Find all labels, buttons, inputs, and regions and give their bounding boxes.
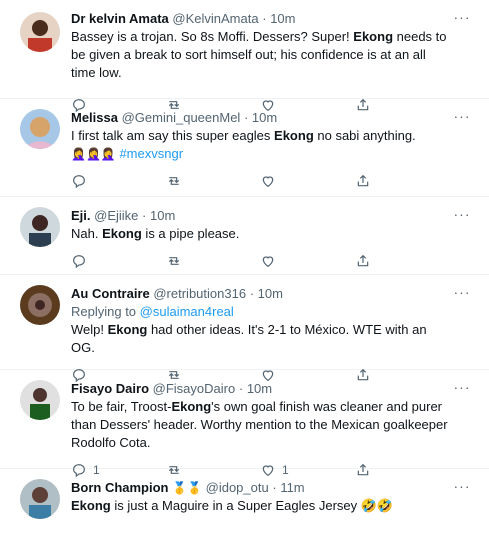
tweet-text: Bassey is a trojan. So 8s Moffi. Dessers… bbox=[71, 29, 447, 80]
tweet[interactable]: ··· Fisayo Dairo @FisayoDairo · 10m To b… bbox=[0, 370, 489, 478]
heart-icon bbox=[260, 253, 276, 269]
tweet-text: Welp! Ekong had other ideas. It's 2-1 to… bbox=[71, 322, 427, 355]
more-options-icon[interactable]: ··· bbox=[453, 207, 471, 225]
share-button[interactable] bbox=[355, 173, 450, 189]
user-handle[interactable]: @idop_otu bbox=[206, 480, 269, 495]
user-handle[interactable]: @Gemini_queenMel bbox=[122, 110, 241, 125]
tweet[interactable]: ··· Dr kelvin Amata @KelvinAmata · 10m B… bbox=[0, 0, 489, 113]
display-name[interactable]: Eji. bbox=[71, 208, 91, 223]
display-name[interactable]: Fisayo Dairo bbox=[71, 381, 149, 396]
tweet-header: Eji. @Ejiike · 10m bbox=[71, 208, 176, 223]
user-handle[interactable]: @Ejiike bbox=[94, 208, 138, 223]
reply-icon bbox=[71, 253, 87, 269]
display-name[interactable]: Au Contraire bbox=[71, 286, 150, 301]
user-handle[interactable]: @retribution316 bbox=[153, 286, 246, 301]
more-options-icon[interactable]: ··· bbox=[453, 380, 471, 398]
share-icon bbox=[355, 173, 371, 189]
reply-button[interactable] bbox=[71, 173, 166, 189]
avatar[interactable] bbox=[20, 12, 60, 52]
heart-icon bbox=[260, 173, 276, 189]
timestamp[interactable]: 11m bbox=[280, 480, 304, 495]
tweet[interactable]: ··· Melissa @Gemini_queenMel · 10m I fir… bbox=[0, 99, 489, 197]
tweet-header: Born Champion 🥇🥇 @idop_otu · 11m bbox=[71, 480, 305, 495]
retweet-icon bbox=[166, 253, 182, 269]
more-options-icon[interactable]: ··· bbox=[453, 109, 471, 127]
retweet-button[interactable] bbox=[166, 173, 261, 189]
more-options-icon[interactable]: ··· bbox=[453, 479, 471, 497]
tweet[interactable]: ··· Born Champion 🥇🥇 @idop_otu · 11m Eko… bbox=[0, 469, 489, 534]
retweet-icon bbox=[166, 173, 182, 189]
more-options-icon[interactable]: ··· bbox=[453, 285, 471, 303]
user-handle[interactable]: @FisayoDairo bbox=[153, 381, 236, 396]
tweet-header: Dr kelvin Amata @KelvinAmata · 10m bbox=[71, 11, 296, 26]
tweet-text: I first talk am say this super eagles Ek… bbox=[71, 128, 416, 161]
more-options-icon[interactable]: ··· bbox=[453, 10, 471, 28]
replying-to: Replying to @sulaiman4real bbox=[71, 304, 234, 319]
tweet-header: Au Contraire @retribution316 · 10m bbox=[71, 286, 283, 301]
timeline: ··· Dr kelvin Amata @KelvinAmata · 10m B… bbox=[0, 0, 489, 534]
like-button[interactable] bbox=[260, 253, 355, 269]
avatar[interactable] bbox=[20, 109, 60, 149]
reply-icon bbox=[71, 173, 87, 189]
reply-button[interactable] bbox=[71, 253, 166, 269]
tweet-header: Fisayo Dairo @FisayoDairo · 10m bbox=[71, 381, 273, 396]
avatar[interactable] bbox=[20, 479, 60, 519]
tweet[interactable]: ··· Au Contraire @retribution316 · 10m R… bbox=[0, 275, 489, 383]
timestamp[interactable]: 10m bbox=[150, 208, 175, 223]
tweet-text: Ekong is just a Maguire in a Super Eagle… bbox=[71, 498, 394, 513]
hashtag-link[interactable]: #mexvsngr bbox=[119, 146, 183, 161]
avatar[interactable] bbox=[20, 285, 60, 325]
action-bar bbox=[71, 168, 449, 194]
tweet-text: Nah. Ekong is a pipe please. bbox=[71, 226, 240, 241]
timestamp[interactable]: 10m bbox=[247, 381, 272, 396]
display-name[interactable]: Dr kelvin Amata bbox=[71, 11, 169, 26]
tweet-text: To be fair, Troost-Ekong's own goal fini… bbox=[71, 399, 448, 450]
display-name[interactable]: Melissa bbox=[71, 110, 118, 125]
avatar[interactable] bbox=[20, 380, 60, 420]
emoji: 🤦‍♀️🤦‍♀️🤦‍♀️ bbox=[71, 147, 116, 161]
share-icon bbox=[355, 253, 371, 269]
action-bar bbox=[71, 248, 449, 274]
avatar[interactable] bbox=[20, 207, 60, 247]
timestamp[interactable]: 10m bbox=[252, 110, 277, 125]
mention-link[interactable]: @sulaiman4real bbox=[140, 304, 234, 319]
like-button[interactable] bbox=[260, 173, 355, 189]
timestamp[interactable]: 10m bbox=[270, 11, 295, 26]
medal-emoji: 🥇🥇 bbox=[172, 481, 203, 495]
share-button[interactable] bbox=[355, 253, 450, 269]
user-handle[interactable]: @KelvinAmata bbox=[172, 11, 258, 26]
tweet[interactable]: ··· Eji. @Ejiike · 10m Nah. Ekong is a p… bbox=[0, 197, 489, 275]
timestamp[interactable]: 10m bbox=[258, 286, 283, 301]
tweet-header: Melissa @Gemini_queenMel · 10m bbox=[71, 110, 278, 125]
display-name[interactable]: Born Champion bbox=[71, 480, 169, 495]
retweet-button[interactable] bbox=[166, 253, 261, 269]
